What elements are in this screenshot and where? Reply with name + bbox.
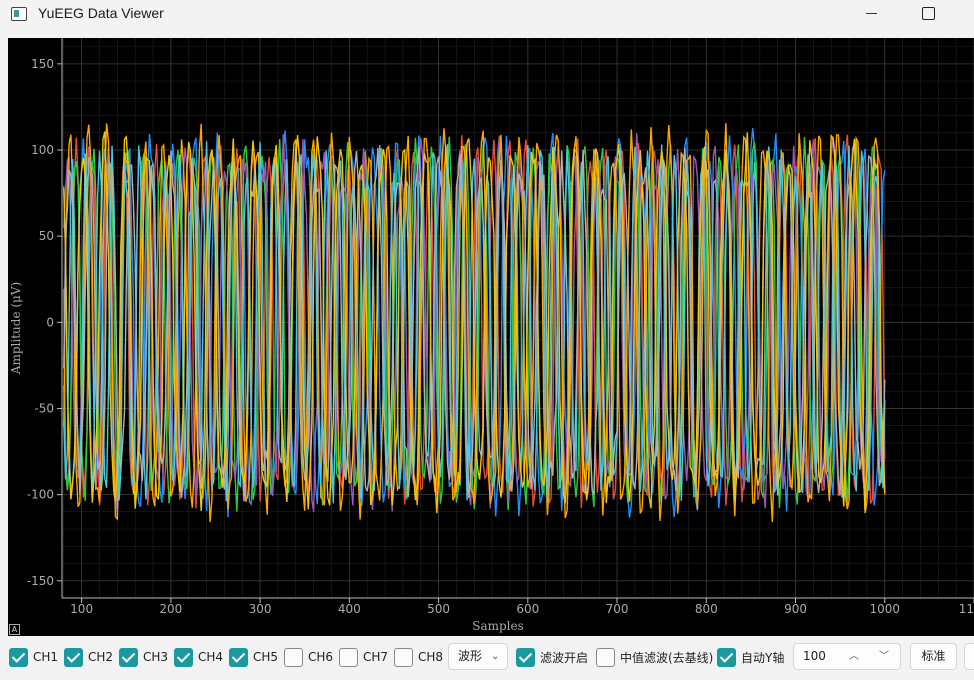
checkbox-box[interactable] [9, 647, 28, 667]
checkbox-label: 滤波开启 [540, 650, 589, 665]
y-axis-label: Amplitude (μV) [9, 282, 23, 375]
channel-checkbox-ch2[interactable]: CH2 [64, 647, 113, 667]
maximize-button[interactable] [908, 0, 948, 30]
checkbox-label: CH4 [198, 650, 224, 664]
control-toolbar: CH1 CH2 CH3 CH4 CH5 CH6 CH7 CH8 波形 ⌄ 滤波开… [0, 640, 974, 680]
checkbox-box[interactable] [229, 647, 248, 667]
y-tick-label: 100 [31, 143, 54, 157]
chevron-down-icon[interactable]: ﹀ [879, 644, 889, 669]
auto-range-button[interactable]: A [9, 624, 20, 635]
chevron-up-icon[interactable]: ︿ [849, 644, 859, 669]
checkbox-box[interactable] [339, 647, 358, 667]
filter-enable-checkbox[interactable]: 滤波开启 [516, 647, 588, 667]
channel-checkbox-ch8[interactable]: CH8 [394, 647, 443, 667]
checkbox-label: 中值滤波(去基线) [620, 650, 714, 665]
x-tick-label: 700 [606, 602, 629, 616]
checkbox-box[interactable] [394, 647, 413, 667]
checkbox-box[interactable] [174, 647, 193, 667]
x-tick-label: 800 [695, 602, 718, 616]
checkbox-label: CH7 [363, 650, 389, 664]
checkbox-box[interactable] [64, 647, 83, 667]
standard-button[interactable]: 标准 [910, 643, 957, 670]
x-tick-label: 100 [70, 602, 93, 616]
checkbox-label: CH6 [308, 650, 334, 664]
channel-checkbox-ch1[interactable]: CH1 [9, 647, 58, 667]
x-tick-label: 1000 [869, 602, 900, 616]
channel-checkbox-ch6[interactable]: CH6 [284, 647, 333, 667]
x-axis-label: Samples [472, 619, 524, 633]
y-tick-label: 0 [46, 315, 54, 329]
checkbox-box[interactable] [119, 647, 138, 667]
y-range-spinbox[interactable]: 100 ︿ ﹀ [793, 643, 901, 670]
x-tick-label: 600 [516, 602, 539, 616]
x-tick-label: 300 [249, 602, 272, 616]
x-tick-label: 200 [159, 602, 182, 616]
checkbox-label: CH5 [253, 650, 279, 664]
checkbox-label: CH2 [88, 650, 114, 664]
chevron-down-icon: ⌄ [491, 651, 500, 662]
checkbox-label: CH1 [33, 650, 59, 664]
y-tick-label: 50 [39, 229, 54, 243]
checkbox-label: CH8 [418, 650, 444, 664]
window-title: YuEEG Data Viewer [38, 5, 164, 21]
minimize-button[interactable] [852, 0, 892, 30]
checkbox-label: 自动Y轴 [741, 650, 785, 665]
checkbox-box[interactable] [284, 647, 303, 667]
checkbox-label: CH3 [143, 650, 169, 664]
channel-checkbox-ch5[interactable]: CH5 [229, 647, 278, 667]
y-tick-label: -100 [27, 488, 54, 502]
view-mode-dropdown[interactable]: 波形 ⌄ [448, 643, 508, 670]
median-filter-checkbox[interactable]: 中值滤波(去基线) [596, 647, 713, 667]
y-tick-label: -150 [27, 574, 54, 588]
y-tick-label: 150 [31, 57, 54, 71]
channel-checkbox-ch7[interactable]: CH7 [339, 647, 388, 667]
x-tick-label: 500 [427, 602, 450, 616]
auto-y-checkbox[interactable]: 自动Y轴 [717, 647, 784, 667]
channel-checkbox-ch3[interactable]: CH3 [119, 647, 168, 667]
view-mode-value: 波形 [458, 649, 483, 663]
eeg-plot[interactable]: 1002003004005006007008009001000110015010… [8, 38, 974, 636]
checkbox-box[interactable] [596, 647, 615, 667]
checkbox-box[interactable] [516, 647, 535, 667]
app-icon [11, 7, 27, 21]
y-tick-label: -50 [34, 401, 54, 415]
title-bar: YuEEG Data Viewer [0, 0, 974, 30]
next-button-partial[interactable] [964, 643, 974, 670]
x-tick-label: 900 [784, 602, 807, 616]
y-range-value: 100 [803, 649, 826, 663]
x-tick-label: 1100 [959, 602, 974, 616]
channel-checkbox-ch4[interactable]: CH4 [174, 647, 223, 667]
x-tick-label: 400 [338, 602, 361, 616]
checkbox-box[interactable] [717, 647, 736, 667]
app-window: YuEEG Data Viewer 100 200 300 400 500 600 700 8… [0, 0, 974, 680]
eeg-chart-svg: 1002003004005006007008009001000110015010… [9, 38, 974, 633]
